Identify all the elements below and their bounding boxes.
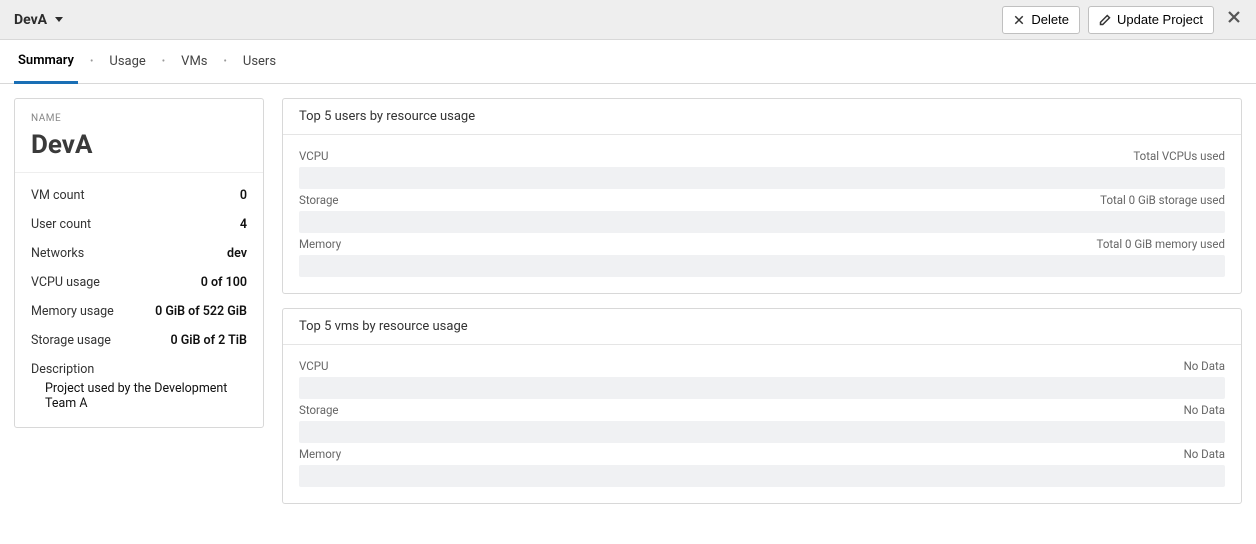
usage-bar xyxy=(299,465,1225,487)
delete-button[interactable]: Delete xyxy=(1002,6,1080,34)
usage-bar xyxy=(299,255,1225,277)
description-text: Project used by the Development Team A xyxy=(31,377,247,411)
usage-bar xyxy=(299,421,1225,443)
name-label: NAME xyxy=(31,113,247,124)
description-label: Description xyxy=(31,355,247,377)
kv-label: Storage usage xyxy=(31,333,111,348)
metric-right: Total VCPUs used xyxy=(1133,149,1225,163)
metric-memory: Memory No Data xyxy=(299,447,1225,487)
top-vms-card: Top 5 vms by resource usage VCPU No Data… xyxy=(282,308,1242,504)
usage-bar xyxy=(299,377,1225,399)
x-icon xyxy=(1013,14,1025,26)
metric-right: Total 0 GiB storage used xyxy=(1100,193,1225,207)
kv-label: User count xyxy=(31,217,91,232)
kv-vcpu-usage: VCPU usage 0 of 100 xyxy=(31,268,247,297)
card-body: VCPU Total VCPUs used Storage Total 0 Gi… xyxy=(283,135,1241,293)
metric-right: No Data xyxy=(1184,359,1225,373)
pencil-icon xyxy=(1099,14,1111,26)
usage-bar xyxy=(299,211,1225,233)
metric-memory: Memory Total 0 GiB memory used xyxy=(299,237,1225,277)
kv-user-count: User count 4 xyxy=(31,210,247,239)
content-area: NAME DevA VM count 0 User count 4 Networ… xyxy=(0,84,1256,518)
kv-value: 0 GiB of 2 TiB xyxy=(171,333,248,348)
topbar: DevA Delete Update Project xyxy=(0,0,1256,40)
kv-label: VCPU usage xyxy=(31,275,100,290)
kv-memory-usage: Memory usage 0 GiB of 522 GiB xyxy=(31,297,247,326)
tab-users-label: Users xyxy=(243,54,276,69)
metric-right: No Data xyxy=(1184,447,1225,461)
tab-summary[interactable]: Summary xyxy=(14,40,78,84)
metric-label: Memory xyxy=(299,447,341,461)
card-body: VCPU No Data Storage No Data Memory No xyxy=(283,345,1241,503)
project-title: DevA xyxy=(14,12,47,28)
card-title: Top 5 users by resource usage xyxy=(283,99,1241,135)
tab-vms[interactable]: VMs xyxy=(177,40,211,84)
metric-label: Memory xyxy=(299,237,341,251)
tab-bar: Summary • Usage • VMs • Users xyxy=(0,40,1256,84)
project-name: DevA xyxy=(31,130,247,160)
metric-label: Storage xyxy=(299,403,339,417)
metric-storage: Storage Total 0 GiB storage used xyxy=(299,193,1225,233)
update-project-button[interactable]: Update Project xyxy=(1088,6,1214,34)
topbar-actions: Delete Update Project xyxy=(1002,5,1246,34)
delete-button-label: Delete xyxy=(1031,12,1069,27)
usage-bar xyxy=(299,167,1225,189)
metric-right: No Data xyxy=(1184,403,1225,417)
tab-vms-label: VMs xyxy=(181,54,207,69)
kv-label: Memory usage xyxy=(31,304,114,319)
project-title-dropdown[interactable]: DevA xyxy=(14,12,63,28)
metric-vcpu: VCPU Total VCPUs used xyxy=(299,149,1225,189)
tab-separator: • xyxy=(162,56,165,67)
tab-summary-label: Summary xyxy=(18,53,74,68)
caret-down-icon xyxy=(55,17,63,22)
update-project-button-label: Update Project xyxy=(1117,12,1203,27)
kv-networks: Networks dev xyxy=(31,239,247,268)
kv-value: 0 xyxy=(240,188,247,203)
metric-label: VCPU xyxy=(299,149,328,163)
kv-label: VM count xyxy=(31,188,85,203)
kv-storage-usage: Storage usage 0 GiB of 2 TiB xyxy=(31,326,247,355)
main-area: Top 5 users by resource usage VCPU Total… xyxy=(282,98,1242,504)
kv-value: dev xyxy=(227,246,247,261)
kv-value: 0 GiB of 522 GiB xyxy=(155,304,247,319)
close-icon xyxy=(1226,9,1242,25)
metric-label: VCPU xyxy=(299,359,328,373)
tab-separator: • xyxy=(90,56,93,67)
summary-side-panel: NAME DevA VM count 0 User count 4 Networ… xyxy=(14,98,264,428)
kv-value: 4 xyxy=(240,217,247,232)
tab-users[interactable]: Users xyxy=(239,40,280,84)
tab-separator: • xyxy=(224,56,227,67)
side-body: VM count 0 User count 4 Networks dev VCP… xyxy=(15,173,263,427)
metric-right: Total 0 GiB memory used xyxy=(1097,237,1225,251)
top-users-card: Top 5 users by resource usage VCPU Total… xyxy=(282,98,1242,294)
kv-value: 0 of 100 xyxy=(201,275,247,290)
tab-usage[interactable]: Usage xyxy=(105,40,149,84)
card-title: Top 5 vms by resource usage xyxy=(283,309,1241,345)
metric-storage: Storage No Data xyxy=(299,403,1225,443)
side-header: NAME DevA xyxy=(15,99,263,173)
close-panel-button[interactable] xyxy=(1222,5,1246,34)
tab-usage-label: Usage xyxy=(109,54,145,69)
kv-label: Networks xyxy=(31,246,84,261)
metric-vcpu: VCPU No Data xyxy=(299,359,1225,399)
metric-label: Storage xyxy=(299,193,339,207)
kv-vm-count: VM count 0 xyxy=(31,181,247,210)
